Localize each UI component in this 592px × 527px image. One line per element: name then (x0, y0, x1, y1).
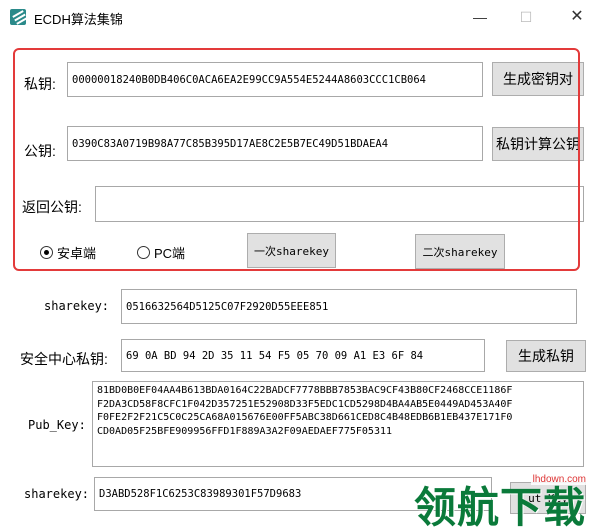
center-private-key-field[interactable]: 69 0A BD 94 2D 35 11 54 F5 05 70 09 A1 E… (121, 339, 485, 372)
public-key-value: 0390C83A0719B98A77C85B395D17AE8C2E5B7EC4… (72, 137, 389, 150)
watermark-url: lhdown.com (530, 474, 588, 485)
close-button[interactable]: ✕ (565, 6, 589, 28)
radio-pc[interactable]: PC端 (137, 243, 185, 262)
generate-keypair-button[interactable]: 生成密钥对 (492, 62, 584, 96)
window-title: ECDH算法集锦 (34, 12, 123, 27)
minimize-button[interactable]: — (468, 6, 492, 28)
compute-public-key-button[interactable]: 私钥计算公钥 (492, 127, 584, 161)
radio-android[interactable]: 安卓端 (40, 243, 96, 262)
radio-pc-dot[interactable] (137, 246, 150, 259)
second-sharekey-button[interactable]: 二次sharekey (415, 234, 505, 269)
pub-key-line: F0FE2F2F21C5C0C25CA68A015676E00FF5ABC38D… (97, 412, 513, 423)
private-key-value: 00000018240B0DB406C0ACA6EA2E99CC9A554E52… (72, 73, 427, 86)
pub-key-label: Pub_Key: (28, 418, 86, 432)
radio-android-dot[interactable] (40, 246, 53, 259)
private-key-label: 私钥: (24, 76, 56, 92)
private-key-field[interactable]: 00000018240B0DB406C0ACA6EA2E99CC9A554E52… (67, 62, 483, 97)
pub-key-line: F2DA3CD58F8CFC1F042D357251E52908D33F5EDC… (97, 398, 513, 410)
pub-key-textarea[interactable]: 81BD0B0EF04AA4B613BDA0164C22BADCF7778BBB… (92, 381, 584, 467)
radio-pc-label: PC端 (154, 246, 186, 261)
generate-private-key-button[interactable]: 生成私钥 (506, 340, 586, 372)
public-key-field[interactable]: 0390C83A0719B98A77C85B395D17AE8C2E5B7EC4… (67, 126, 483, 161)
sharekey-2-label: sharekey: (24, 487, 90, 501)
returned-public-key-label: 返回公钥: (22, 199, 82, 215)
sharekey-2-value: D3ABD528F1C6253C83989301F57D9683 (99, 488, 302, 500)
sharekey-value: 0516632564D5125C07F2920D55EEE851 (126, 300, 329, 313)
center-private-key-value: 69 0A BD 94 2D 35 11 54 F5 05 70 09 A1 E… (126, 349, 424, 362)
public-key-label: 公钥: (24, 143, 56, 159)
watermark: 领航下载 lhdown.com (412, 470, 592, 527)
center-private-key-label: 安全中心私钥: (20, 351, 108, 367)
sharekey-label: sharekey: (44, 299, 110, 313)
first-sharekey-button[interactable]: 一次sharekey (247, 233, 336, 268)
sharekey-field[interactable]: 0516632564D5125C07F2920D55EEE851 (121, 289, 577, 324)
radio-android-label: 安卓端 (57, 246, 97, 261)
title-bar: ECDH算法集锦 — ☐ ✕ (0, 0, 592, 34)
pub-key-line: 81BD0B0EF04AA4B613BDA0164C22BADCF7778BBB… (97, 385, 513, 396)
maximize-button[interactable]: ☐ (514, 6, 538, 28)
pub-key-line: CD0AD05F25BFE909956FFD1F889A3A2F09AEDAEF… (97, 425, 393, 437)
returned-public-key-field[interactable] (95, 186, 584, 222)
app-icon (10, 9, 26, 25)
